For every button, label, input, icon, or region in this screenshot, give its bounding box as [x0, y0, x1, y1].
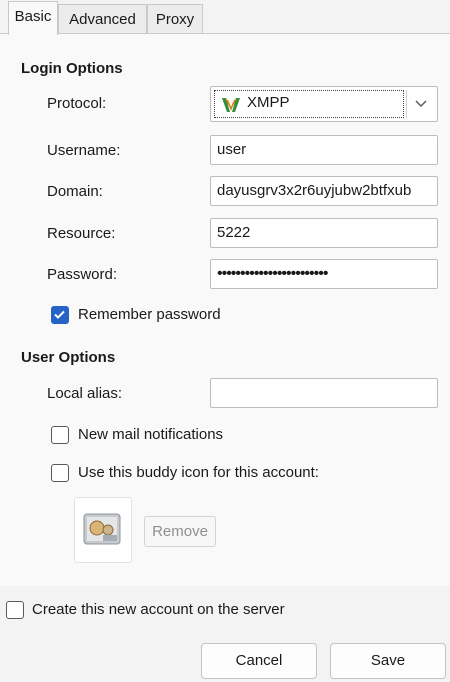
local-alias-field[interactable] [210, 378, 438, 408]
save-button[interactable]: Save [330, 643, 446, 679]
xmpp-icon [221, 95, 241, 115]
buddy-image-icon [83, 513, 121, 545]
tab-proxy[interactable]: Proxy [147, 4, 203, 34]
tab-proxy-label: Proxy [155, 11, 195, 28]
buddy-icon-label[interactable]: Use this buddy icon for this account: [78, 464, 319, 481]
tab-basic[interactable]: Basic [8, 1, 58, 35]
chevron-down-icon[interactable] [406, 90, 434, 118]
username-field[interactable]: user [210, 135, 438, 165]
protocol-value: XMPP [247, 94, 290, 111]
protocol-select-value: XMPP [214, 90, 404, 118]
create-account-label[interactable]: Create this new account on the server [32, 601, 285, 618]
username-label: Username: [47, 142, 121, 159]
remember-password-label[interactable]: Remember password [78, 306, 221, 323]
new-mail-checkbox[interactable] [51, 426, 69, 444]
remember-password-checkbox[interactable] [51, 306, 69, 324]
password-field[interactable]: •••••••••••••••••••••••• [210, 259, 438, 289]
password-label: Password: [47, 266, 118, 283]
resource-field[interactable]: 5222 [210, 218, 438, 248]
user-options-title: User Options [21, 349, 116, 366]
create-account-checkbox[interactable] [6, 601, 24, 619]
resource-label: Resource: [47, 225, 116, 242]
local-alias-label: Local alias: [47, 385, 123, 402]
buddy-icon-button[interactable] [74, 497, 132, 563]
protocol-select[interactable]: XMPP [210, 86, 438, 122]
remove-button[interactable]: Remove [144, 516, 216, 547]
new-mail-label[interactable]: New mail notifications [78, 426, 223, 443]
checkmark-icon [54, 310, 65, 319]
domain-label: Domain: [47, 183, 103, 200]
login-options-title: Login Options [21, 60, 123, 77]
tab-advanced-label: Advanced [69, 11, 136, 28]
cancel-button[interactable]: Cancel [201, 643, 317, 679]
protocol-label: Protocol: [47, 95, 107, 112]
domain-field[interactable]: dayusgrv3x2r6uyjubw2btfxub [210, 176, 438, 206]
tab-advanced[interactable]: Advanced [58, 4, 147, 34]
tab-basic-label: Basic [14, 8, 52, 25]
buddy-icon-checkbox[interactable] [51, 464, 69, 482]
tab-bar: Basic Advanced Proxy [0, 0, 450, 35]
